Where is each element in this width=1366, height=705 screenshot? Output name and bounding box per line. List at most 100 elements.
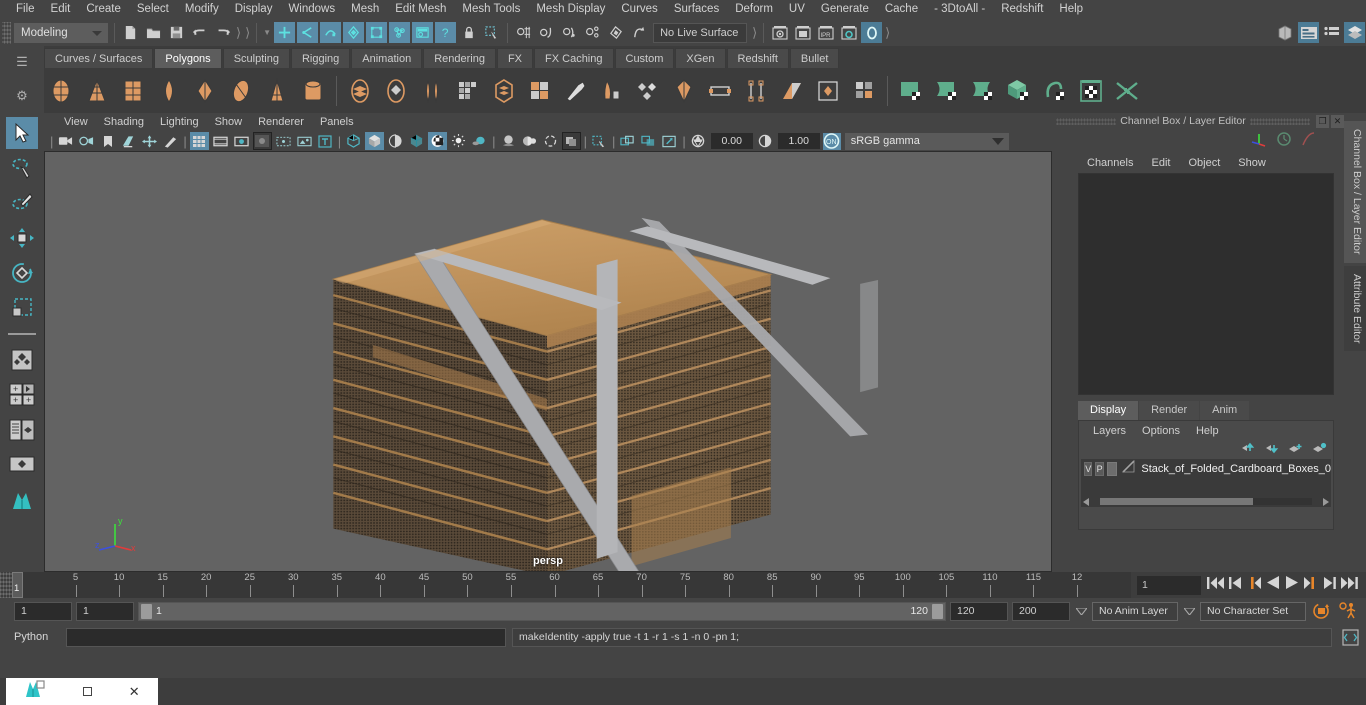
- screen-space-ao-icon[interactable]: [499, 132, 518, 150]
- taskbar-window-entry[interactable]: ✕: [6, 678, 158, 705]
- new-scene-button[interactable]: [120, 22, 141, 43]
- shelf-tab-redshift[interactable]: Redshift: [726, 48, 789, 68]
- flat-shade-icon[interactable]: [386, 132, 405, 150]
- range-slider-bar[interactable]: 1 120: [138, 601, 946, 621]
- scroll-track[interactable]: [1100, 498, 1312, 505]
- menu-modify[interactable]: Modify: [177, 0, 227, 19]
- maya-app-icon[interactable]: [24, 679, 46, 704]
- shelf-settings-gear-icon[interactable]: ⚙: [16, 88, 28, 104]
- options-menu[interactable]: Options: [1134, 425, 1188, 437]
- viewport-menu-panels[interactable]: Panels: [312, 116, 362, 128]
- uv-editor-icon[interactable]: [847, 74, 881, 108]
- render-settings-icon[interactable]: [838, 22, 859, 43]
- panel-drag-handle-left[interactable]: [1056, 117, 1117, 125]
- menu-3dtoall[interactable]: - 3DtoAll -: [926, 0, 993, 19]
- selection-mask-collapse-2[interactable]: ⟩: [243, 25, 252, 41]
- shelf-tab-custom[interactable]: Custom: [614, 48, 675, 68]
- edit-menu[interactable]: Edit: [1142, 157, 1179, 169]
- uv-unfold-icon[interactable]: [1074, 74, 1108, 108]
- render-collapse[interactable]: ⟩: [883, 25, 892, 41]
- snap-to-projected-center-icon[interactable]: [582, 22, 603, 43]
- range-end-handle[interactable]: [932, 603, 943, 619]
- persp-outliner-layout[interactable]: [6, 414, 38, 446]
- selection-mask-expand[interactable]: ▼: [261, 28, 273, 37]
- layer-visibility-toggle[interactable]: V: [1084, 461, 1093, 476]
- show-hide-tool-settings-icon[interactable]: [1321, 22, 1342, 43]
- viewport-toolbar-grip[interactable]: |: [48, 134, 55, 149]
- new-layer-icon[interactable]: [1288, 441, 1303, 459]
- ipr-render-icon[interactable]: IPR: [815, 22, 836, 43]
- object-menu[interactable]: Object: [1179, 157, 1229, 169]
- poly-plane-icon[interactable]: [188, 74, 222, 108]
- four-view-layout[interactable]: + + +: [6, 379, 38, 411]
- character-set-field[interactable]: No Character Set: [1200, 601, 1306, 621]
- anim-layer-field[interactable]: No Anim Layer: [1092, 601, 1178, 621]
- multisample-icon[interactable]: [541, 132, 560, 150]
- bookmark-icon[interactable]: [98, 132, 117, 150]
- scroll-right-arrow-icon[interactable]: [1322, 493, 1329, 511]
- poly-combine-icon[interactable]: [739, 74, 773, 108]
- select-tool[interactable]: [6, 117, 38, 149]
- poly-sculpt-icon[interactable]: [595, 74, 629, 108]
- show-hide-modeling-toolkit-icon[interactable]: [1275, 22, 1296, 43]
- step-back-keyframe-icon[interactable]: [1229, 576, 1242, 595]
- menu-display[interactable]: Display: [227, 0, 281, 19]
- panel-maximize-icon[interactable]: ❐: [1316, 114, 1329, 128]
- viewport-menu-renderer[interactable]: Renderer: [250, 116, 312, 128]
- menu-surfaces[interactable]: Surfaces: [666, 0, 727, 19]
- text-overlay-icon[interactable]: [316, 132, 335, 150]
- make-live-icon[interactable]: [628, 22, 649, 43]
- open-scene-button[interactable]: [143, 22, 164, 43]
- restore-window-icon[interactable]: [83, 687, 93, 696]
- animation-preferences-icon[interactable]: [1336, 602, 1360, 621]
- smooth-shade-icon[interactable]: [365, 132, 385, 150]
- tab-anim-layers[interactable]: Anim: [1200, 401, 1250, 420]
- selection-mask-collapse-1[interactable]: ⟩: [234, 25, 243, 41]
- status-line-grip[interactable]: [2, 21, 11, 44]
- range-end-field[interactable]: 120: [950, 601, 1008, 621]
- resolution-gate-icon[interactable]: [232, 132, 251, 150]
- side-tab-channel-box[interactable]: Channel Box / Layer Editor: [1344, 121, 1366, 263]
- uv-automatic-icon[interactable]: [1002, 74, 1036, 108]
- menu-help[interactable]: Help: [1051, 0, 1091, 19]
- menu-redshift[interactable]: Redshift: [993, 0, 1051, 19]
- paint-select-tool[interactable]: [6, 187, 38, 219]
- menu-deform[interactable]: Deform: [727, 0, 781, 19]
- poly-cube-icon[interactable]: [116, 74, 150, 108]
- viewport-menu-show[interactable]: Show: [207, 116, 251, 128]
- poly-extrude-icon[interactable]: [631, 74, 665, 108]
- show-menu[interactable]: Show: [1229, 157, 1275, 169]
- poly-sphere-icon[interactable]: [44, 74, 78, 108]
- camera-attributes-icon[interactable]: [77, 132, 96, 150]
- lasso-select-tool[interactable]: [6, 152, 38, 184]
- xray-components-icon[interactable]: [639, 132, 658, 150]
- command-input[interactable]: [66, 627, 506, 647]
- wireframe-icon[interactable]: [344, 132, 363, 150]
- select-by-hierarchy-icon[interactable]: [274, 22, 296, 43]
- depth-peel-icon[interactable]: [561, 132, 581, 150]
- shelf-menu-icon[interactable]: ☰: [16, 54, 28, 70]
- save-scene-button[interactable]: [166, 22, 187, 43]
- poly-bridge-icon[interactable]: [703, 74, 737, 108]
- menu-edit-mesh[interactable]: Edit Mesh: [387, 0, 454, 19]
- gamma-field[interactable]: 1.00: [777, 133, 820, 149]
- play-backwards-icon[interactable]: [1266, 575, 1280, 595]
- layer-color-swatch[interactable]: [1106, 461, 1118, 476]
- help-menu[interactable]: Help: [1188, 425, 1227, 437]
- shelf-tab-xgen[interactable]: XGen: [675, 48, 726, 68]
- channel-speed-icon[interactable]: [1276, 131, 1292, 152]
- go-to-start-icon[interactable]: [1207, 576, 1224, 595]
- poly-helix-icon[interactable]: [451, 74, 485, 108]
- panel-drag-handle-right[interactable]: [1249, 117, 1310, 125]
- snap-to-view-planes-icon[interactable]: [605, 22, 626, 43]
- camera-select-icon[interactable]: [56, 132, 75, 150]
- color-space-chevron-down-icon[interactable]: [986, 132, 1009, 150]
- textured-icon[interactable]: [428, 132, 448, 150]
- show-hide-attribute-editor-icon[interactable]: [1298, 22, 1319, 43]
- select-by-component-type-icon[interactable]: [320, 22, 342, 43]
- step-back-frame-icon[interactable]: [1247, 576, 1261, 595]
- shaded-wireframe-icon[interactable]: [407, 132, 426, 150]
- select-surfaces-icon[interactable]: [366, 22, 388, 43]
- motion-blur-icon[interactable]: [520, 132, 539, 150]
- move-tool[interactable]: [6, 222, 38, 254]
